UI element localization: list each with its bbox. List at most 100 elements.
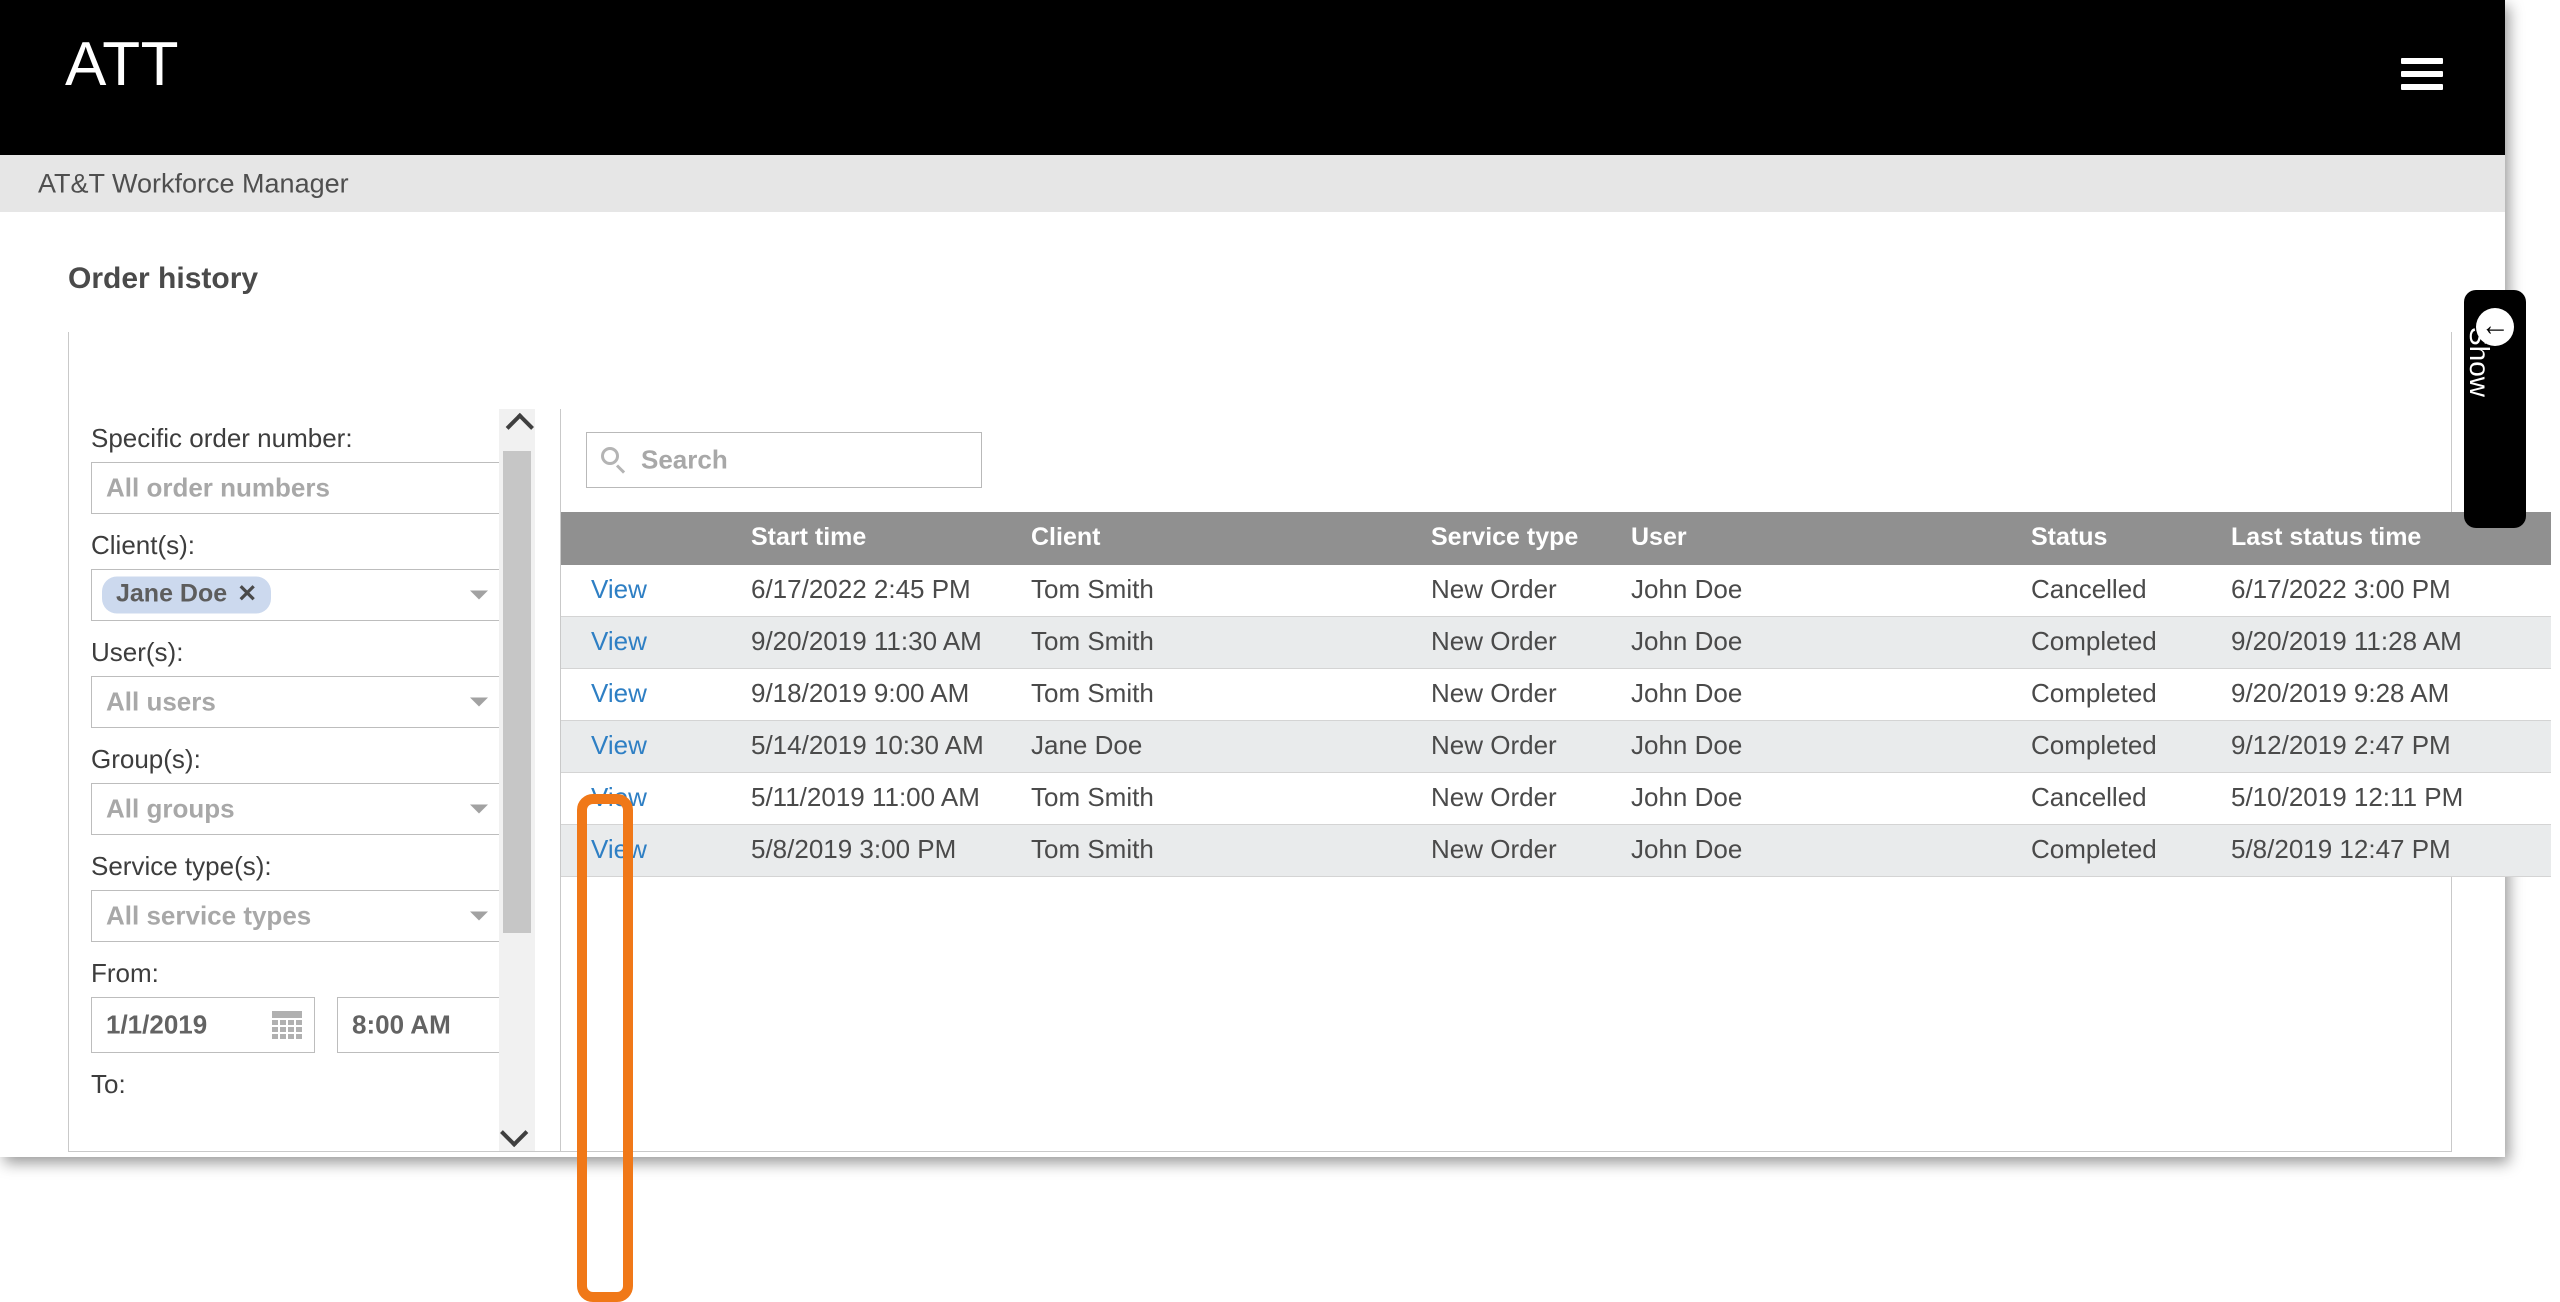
cell-client: Tom Smith bbox=[1031, 668, 1431, 721]
cell-status: Cancelled bbox=[2031, 772, 2231, 825]
cell-start-time: 5/11/2019 11:00 AM bbox=[751, 772, 1031, 825]
from-time-select[interactable]: 8:00 AM bbox=[337, 997, 515, 1053]
cell-start-time: 9/18/2019 9:00 AM bbox=[751, 668, 1031, 721]
view-link[interactable]: View bbox=[561, 720, 751, 773]
cell-user: John Doe bbox=[1631, 668, 2031, 721]
from-time-value: 8:00 AM bbox=[352, 1009, 451, 1040]
cell-last-status-time: 9/12/2019 2:47 PM bbox=[2231, 720, 2551, 773]
view-link[interactable]: View bbox=[591, 626, 647, 656]
cell-last-status-time: 9/20/2019 9:28 AM bbox=[2231, 668, 2551, 721]
users-select[interactable]: All users bbox=[91, 676, 503, 728]
chevron-down-icon[interactable] bbox=[470, 697, 488, 707]
cell-service-type: New Order bbox=[1431, 616, 1631, 669]
cell-status: Completed bbox=[2031, 616, 2231, 669]
brand-logo: ATT bbox=[65, 30, 179, 99]
calendar-icon[interactable] bbox=[272, 1011, 302, 1039]
order-history-card: Specific order number: All order numbers… bbox=[68, 332, 2551, 1302]
scrollbar-thumb[interactable] bbox=[503, 451, 531, 933]
table-row[interactable]: View 5/14/2019 10:30 AM Jane Doe New Order J… bbox=[561, 720, 2551, 773]
cell-service-type: New Order bbox=[1431, 824, 1631, 877]
view-link[interactable]: View bbox=[561, 824, 751, 877]
client-chip[interactable]: Jane Doe ✕ bbox=[102, 576, 272, 614]
view-link[interactable]: View bbox=[591, 730, 647, 760]
table-row[interactable]: View 5/8/2019 3:00 PM Tom Smith New Order Jo… bbox=[561, 824, 2551, 877]
from-label: From: bbox=[91, 958, 159, 988]
order-number-input[interactable]: All order numbers bbox=[91, 462, 503, 514]
view-link[interactable]: View bbox=[591, 574, 647, 604]
clients-select[interactable]: Jane Doe ✕ bbox=[91, 569, 503, 621]
table-body: View 6/17/2022 2:45 PM Tom Smith New Order J… bbox=[561, 565, 2551, 877]
chevron-down-icon[interactable] bbox=[470, 804, 488, 814]
view-link[interactable]: View bbox=[561, 668, 751, 721]
view-link[interactable]: View bbox=[561, 565, 751, 617]
app-window: ATT AT&T Workforce Manager Order history… bbox=[0, 0, 2551, 1302]
page-title: Order history bbox=[68, 262, 259, 295]
hamburger-line bbox=[2401, 84, 2443, 90]
cell-service-type: New Order bbox=[1431, 772, 1631, 825]
groups-placeholder: All groups bbox=[106, 793, 235, 824]
cell-status: Completed bbox=[2031, 824, 2231, 877]
cell-client: Tom Smith bbox=[1031, 616, 1431, 669]
scroll-up-arrow-icon[interactable] bbox=[499, 409, 535, 445]
cell-start-time: 5/8/2019 3:00 PM bbox=[751, 824, 1031, 877]
order-history-table: Start time Client Service type User Stat… bbox=[561, 512, 2551, 877]
search-placeholder: Search bbox=[641, 444, 728, 475]
column-header-start-time[interactable]: Start time bbox=[751, 512, 1031, 565]
search-input[interactable]: Search bbox=[586, 432, 982, 488]
cell-status: Completed bbox=[2031, 720, 2231, 773]
service-types-placeholder: All service types bbox=[106, 900, 312, 931]
cell-user: John Doe bbox=[1631, 772, 2031, 825]
users-placeholder: All users bbox=[106, 686, 216, 717]
results-area: Search Start time Client Service type Us… bbox=[561, 409, 2551, 1151]
view-link[interactable]: View bbox=[591, 834, 647, 864]
cell-service-type: New Order bbox=[1431, 565, 1631, 617]
column-header-client[interactable]: Client bbox=[1031, 512, 1431, 565]
chevron-down-icon[interactable] bbox=[470, 590, 488, 600]
cell-client: Tom Smith bbox=[1031, 772, 1431, 825]
view-link[interactable]: View bbox=[591, 782, 647, 812]
clients-label: Client(s): bbox=[91, 530, 196, 560]
table-row[interactable]: View 9/18/2019 9:00 AM Tom Smith New Order J… bbox=[561, 668, 2551, 721]
table-head: Start time Client Service type User Stat… bbox=[561, 512, 2551, 565]
client-chip-remove-icon[interactable]: ✕ bbox=[237, 582, 257, 606]
groups-select[interactable]: All groups bbox=[91, 783, 503, 835]
groups-label: Group(s): bbox=[91, 744, 201, 774]
filter-panel: Specific order number: All order numbers… bbox=[69, 409, 561, 1151]
cell-user: John Doe bbox=[1631, 616, 2031, 669]
cell-client: Tom Smith bbox=[1031, 565, 1431, 617]
table-row[interactable]: View 9/20/2019 11:30 AM Tom Smith New Order… bbox=[561, 616, 2551, 669]
column-header-user[interactable]: User bbox=[1631, 512, 2031, 565]
cell-user: John Doe bbox=[1631, 720, 2031, 773]
column-header-action[interactable] bbox=[561, 512, 751, 565]
column-header-service-type[interactable]: Service type bbox=[1431, 512, 1631, 565]
cell-status: Completed bbox=[2031, 668, 2231, 721]
table-header-row: Start time Client Service type User Stat… bbox=[561, 512, 2551, 565]
table-row[interactable]: View 6/17/2022 2:45 PM Tom Smith New Order J… bbox=[561, 565, 2551, 617]
cell-status: Cancelled bbox=[2031, 565, 2231, 617]
users-label: User(s): bbox=[91, 637, 184, 667]
from-date-value: 1/1/2019 bbox=[106, 1009, 208, 1040]
brand-bar: ATT bbox=[0, 0, 2505, 155]
view-link[interactable]: View bbox=[561, 772, 751, 825]
show-panel-tab[interactable]: ← Show bbox=[2464, 290, 2526, 528]
cell-user: John Doe bbox=[1631, 824, 2031, 877]
hamburger-menu-icon[interactable] bbox=[2401, 58, 2443, 90]
cell-service-type: New Order bbox=[1431, 720, 1631, 773]
service-types-label: Service type(s): bbox=[91, 851, 272, 881]
filter-panel-scrollbar[interactable] bbox=[499, 409, 535, 1151]
view-link[interactable]: View bbox=[561, 616, 751, 669]
to-label: To: bbox=[91, 1069, 126, 1099]
search-icon bbox=[601, 447, 627, 474]
chevron-down-icon[interactable] bbox=[470, 911, 488, 921]
column-header-status[interactable]: Status bbox=[2031, 512, 2231, 565]
app-name-label: AT&T Workforce Manager bbox=[38, 168, 349, 198]
from-date-input[interactable]: 1/1/2019 bbox=[91, 997, 315, 1053]
cell-last-status-time: 6/17/2022 3:00 PM bbox=[2231, 565, 2551, 617]
order-number-placeholder: All order numbers bbox=[106, 472, 330, 503]
service-types-select[interactable]: All service types bbox=[91, 890, 503, 942]
scroll-down-arrow-icon[interactable] bbox=[499, 1115, 535, 1151]
table-row[interactable]: View 5/11/2019 11:00 AM Tom Smith New Order… bbox=[561, 772, 2551, 825]
cell-start-time: 6/17/2022 2:45 PM bbox=[751, 565, 1031, 617]
cell-start-time: 9/20/2019 11:30 AM bbox=[751, 616, 1031, 669]
view-link[interactable]: View bbox=[591, 678, 647, 708]
